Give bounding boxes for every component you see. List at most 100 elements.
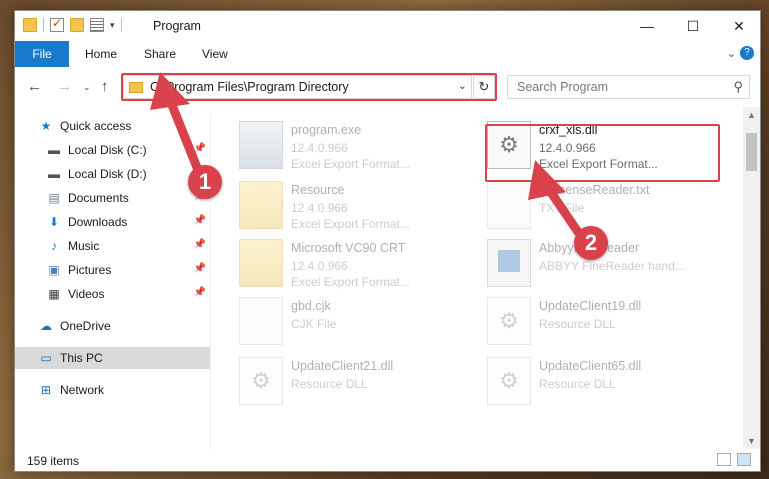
file-highlight-box (485, 124, 720, 182)
search-box[interactable]: Search Program ⚲ (507, 75, 750, 99)
pin-icon[interactable]: 📌 (194, 287, 206, 298)
pin-icon[interactable]: 📌 (194, 215, 206, 226)
details-view-icon[interactable] (717, 453, 731, 466)
sidebar-item-documents[interactable]: ▤ Documents 📌 (15, 187, 210, 209)
file-version: CJK File (291, 317, 337, 331)
new-folder-icon[interactable] (70, 18, 84, 32)
sidebar-item-label: This PC (60, 351, 103, 365)
pin-icon[interactable]: 📌 (194, 239, 206, 250)
recent-locations-chevron-icon[interactable]: ⌄ (83, 82, 91, 93)
title-bar: ▾ Program — ☐ ✕ (15, 11, 760, 41)
sidebar-item-label: Documents (68, 191, 129, 205)
tab-view[interactable]: View (202, 41, 228, 67)
help-icon[interactable]: ? (740, 46, 754, 60)
file-item-microsoft-vc90-crt[interactable]: Microsoft VC90 CRT 12.4.0.966 Excel Expo… (239, 235, 479, 293)
application-icon (487, 239, 531, 287)
file-name: UpdateClient21.dll (291, 359, 394, 373)
pin-icon[interactable]: 📌 (194, 263, 206, 274)
sidebar-item-label: Music (68, 239, 100, 253)
minimize-button[interactable]: — (624, 11, 670, 41)
item-count: 159 items (27, 454, 80, 468)
file-item-program-exe[interactable]: program.exe 12.4.0.966 Excel Export Form… (239, 117, 479, 175)
star-icon: ★ (40, 119, 52, 133)
sidebar-item-label: Local Disk (D:) (68, 167, 147, 181)
file-item-gbd-cjk[interactable]: gbd.cjk CJK File (239, 293, 479, 351)
file-name: program.exe (291, 123, 362, 137)
file-version: ABBYY FineReader hand... (539, 259, 685, 273)
scrollbar-thumb[interactable] (746, 133, 757, 171)
sidebar-item-label: Videos (68, 287, 105, 301)
file-item-hexsense-reader[interactable]: hexsenseReader.txt TXT File (487, 177, 727, 235)
up-arrow-icon[interactable]: ↑ (101, 78, 109, 95)
pictures-icon: ▣ (48, 263, 60, 277)
toolbar-divider (120, 18, 122, 32)
ribbon-tabs: File Home Share View ⌄ ? (15, 41, 760, 68)
file-version: 12.4.0.966 (291, 201, 348, 215)
tab-home[interactable]: Home (85, 41, 117, 67)
download-icon: ⬇ (48, 215, 60, 229)
vertical-scrollbar[interactable]: ▲ ▼ (743, 107, 760, 449)
sidebar-item-network[interactable]: ⊞ Network (15, 379, 210, 401)
file-version: 12.4.0.966 (291, 259, 348, 273)
drive-icon: ▬ (48, 167, 60, 181)
sidebar-item-onedrive[interactable]: ☁ OneDrive (15, 315, 210, 337)
tiles-view-icon[interactable] (737, 453, 751, 466)
sidebar-item-downloads[interactable]: ⬇ Downloads 📌 (15, 211, 210, 233)
quick-access-toolbar: ▾ (23, 16, 122, 32)
back-arrow-icon[interactable]: ← (27, 78, 42, 95)
tab-file[interactable]: File (15, 41, 69, 67)
file-name: UpdateClient19.dll (539, 299, 642, 313)
scroll-down-icon[interactable]: ▼ (747, 436, 756, 446)
search-input[interactable]: Search Program (517, 80, 608, 94)
navigation-pane: ★ Quick access ▬ Local Disk (C:) 📌 ▬ Loc… (15, 113, 210, 449)
text-file-icon (487, 181, 531, 229)
tab-share[interactable]: Share (144, 41, 176, 67)
file-description: Excel Export Format... (291, 157, 410, 171)
file-version: Resource DLL (539, 377, 616, 391)
properties-check-icon[interactable] (50, 16, 64, 32)
sidebar-item-pictures[interactable]: ▣ Pictures 📌 (15, 259, 210, 281)
sidebar-item-label: OneDrive (60, 319, 111, 333)
sidebar-item-videos[interactable]: ▦ Videos 📌 (15, 283, 210, 305)
file-item-resource[interactable]: Resource 12.4.0.966 Excel Export Format.… (239, 177, 479, 235)
file-item-updateclient21[interactable]: ⚙ UpdateClient21.dll Resource DLL (239, 353, 479, 411)
dll-gear-icon: ⚙ (239, 357, 283, 405)
file-name: Resource (291, 183, 345, 197)
file-name: Microsoft VC90 CRT (291, 241, 406, 255)
file-description: Excel Export Format... (291, 217, 410, 231)
sidebar-item-label: Local Disk (C:) (68, 143, 147, 157)
sidebar-item-local-disk-d[interactable]: ▬ Local Disk (D:) (15, 163, 210, 185)
folder-icon[interactable] (23, 18, 37, 32)
chevron-down-icon[interactable]: ▾ (110, 20, 115, 31)
customize-icon[interactable] (90, 18, 104, 32)
sidebar-item-label: Quick access (60, 119, 132, 133)
sidebar-item-local-disk-c[interactable]: ▬ Local Disk (C:) 📌 (15, 139, 210, 161)
address-highlight-box (121, 73, 497, 101)
status-bar: 159 items (15, 449, 760, 471)
sidebar-item-this-pc[interactable]: ▭ This PC (15, 347, 210, 369)
sidebar-item-music[interactable]: ♪ Music 📌 (15, 235, 210, 257)
sidebar-item-label: Downloads (68, 215, 128, 229)
file-item-updateclient65[interactable]: ⚙ UpdateClient65.dll Resource DLL (487, 353, 727, 411)
file-item-updateclient19[interactable]: ⚙ UpdateClient19.dll Resource DLL (487, 293, 727, 351)
chevron-down-icon[interactable]: ⌄ (727, 47, 736, 60)
file-name: hexsenseReader.txt (539, 183, 650, 197)
search-icon: ⚲ (733, 79, 743, 94)
pin-icon[interactable]: 📌 (194, 143, 206, 154)
file-name: UpdateClient65.dll (539, 359, 642, 373)
pane-splitter[interactable] (210, 113, 211, 449)
minimize-icon: — (640, 18, 654, 34)
file-description: Excel Export Format... (291, 275, 410, 289)
sidebar-item-quick-access[interactable]: ★ Quick access (15, 115, 210, 137)
close-button[interactable]: ✕ (716, 11, 760, 41)
forward-arrow-icon[interactable]: → (57, 78, 72, 95)
file-version: 12.4.0.966 (291, 141, 348, 155)
music-icon: ♪ (51, 239, 57, 253)
scroll-up-icon[interactable]: ▲ (747, 110, 756, 120)
videos-icon: ▦ (48, 287, 60, 301)
file-version: Resource DLL (539, 317, 616, 331)
folder-icon (239, 239, 283, 287)
folder-icon (239, 181, 283, 229)
sidebar-item-label: Pictures (68, 263, 112, 277)
maximize-button[interactable]: ☐ (670, 11, 716, 41)
